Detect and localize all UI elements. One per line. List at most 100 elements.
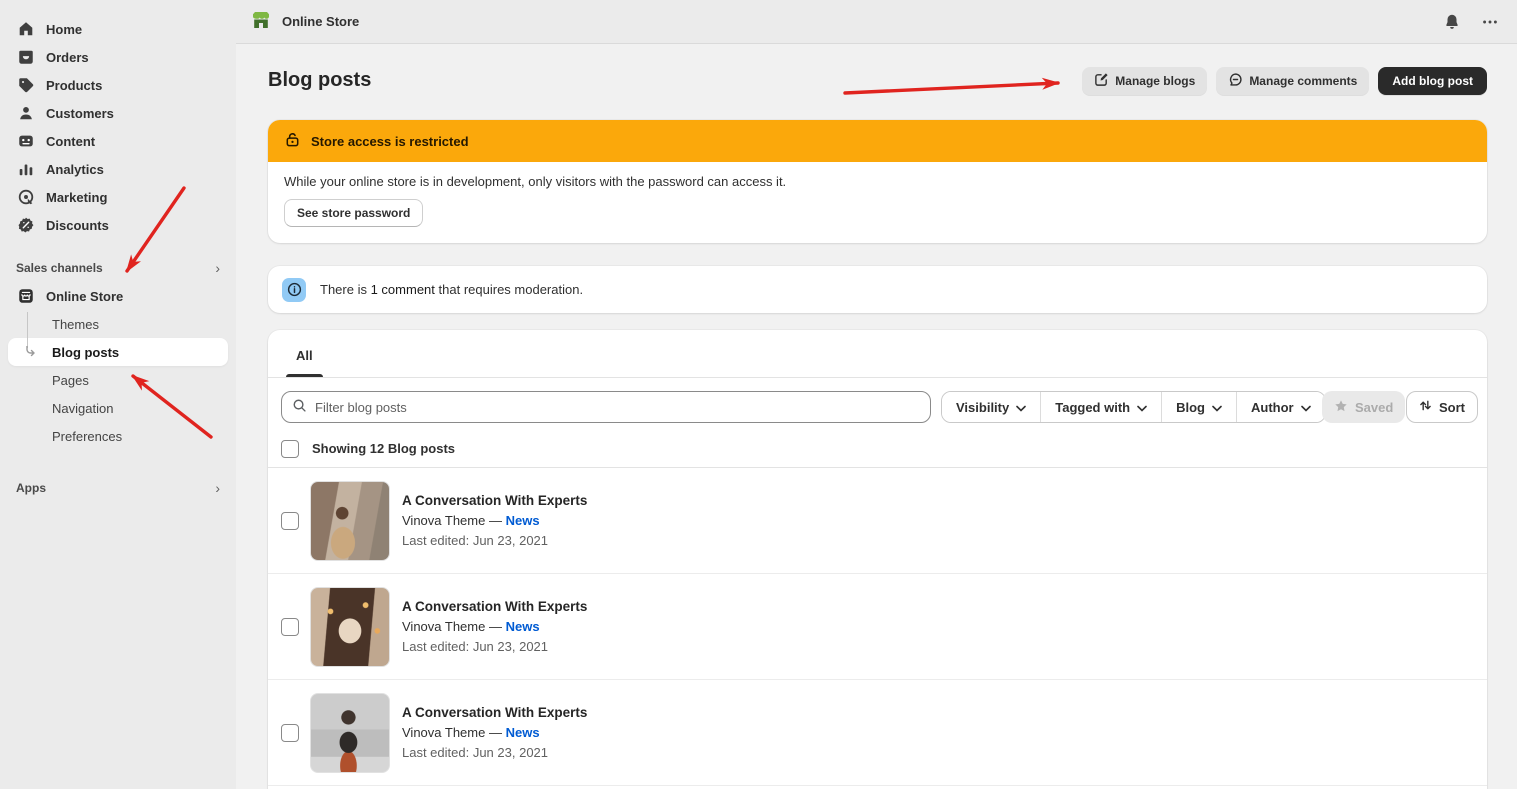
blog-filter-button[interactable]: Blog	[1161, 392, 1236, 422]
sidebar-item-online-store[interactable]: Online Store	[8, 282, 228, 310]
blog-post-row[interactable]: A Conversation With Experts Vinova Theme…	[268, 574, 1487, 680]
compose-icon	[1094, 72, 1109, 90]
sidebar-item-label: Marketing	[46, 190, 107, 205]
sidebar-item-pages[interactable]: Pages	[8, 366, 228, 394]
tagged-with-filter-button[interactable]: Tagged with	[1040, 392, 1161, 422]
topbar-title: Online Store	[282, 14, 359, 29]
sidebar-item-label: Analytics	[46, 162, 104, 177]
post-blog-link[interactable]: News	[506, 725, 540, 740]
sort-label: Sort	[1439, 400, 1465, 415]
saved-label: Saved	[1355, 400, 1393, 415]
tab-bar: All	[268, 330, 1487, 378]
comment-moderation-link[interactable]: 1 comment	[371, 282, 435, 297]
blog-post-row[interactable]: A Conversation With Experts Vinova Theme…	[268, 680, 1487, 786]
blog-filter-label: Blog	[1176, 400, 1205, 415]
storefront-icon	[16, 286, 36, 306]
store-access-banner: Store access is restricted While your on…	[268, 120, 1487, 243]
sidebar-item-analytics[interactable]: Analytics	[8, 155, 228, 183]
sidebar-item-preferences[interactable]: Preferences	[8, 422, 228, 450]
blog-post-row[interactable]: A Conversation With Experts Vinova Theme…	[268, 468, 1487, 574]
filter-button-group: Visibility Tagged with Blog Author	[941, 391, 1326, 423]
manage-comments-label: Manage comments	[1249, 74, 1357, 88]
row-checkbox[interactable]	[281, 724, 299, 742]
tree-branch-arrow-icon	[23, 346, 37, 363]
post-meta: Vinova Theme — News	[402, 617, 587, 637]
filter-row: Visibility Tagged with Blog Author	[268, 391, 1487, 423]
list-summary-label: Showing 12 Blog posts	[312, 441, 455, 456]
sidebar-item-home[interactable]: Home	[8, 15, 228, 43]
topbar: Online Store	[236, 0, 1517, 44]
post-meta-prefix: Vinova Theme —	[402, 619, 502, 634]
sidebar-item-label: Home	[46, 22, 82, 37]
post-last-edited: Last edited: Jun 23, 2021	[402, 531, 587, 551]
post-last-edited: Last edited: Jun 23, 2021	[402, 743, 587, 763]
sidebar-item-themes[interactable]: Themes	[8, 310, 228, 338]
products-tag-icon	[16, 75, 36, 95]
tree-connector-line	[27, 312, 28, 348]
tab-all[interactable]: All	[276, 348, 333, 377]
store-access-banner-header: Store access is restricted	[268, 120, 1487, 162]
tagged-with-filter-label: Tagged with	[1055, 400, 1130, 415]
author-filter-button[interactable]: Author	[1236, 392, 1325, 422]
sales-channels-label: Sales channels	[16, 261, 103, 275]
list-summary-row: Showing 12 Blog posts	[268, 430, 1487, 468]
sidebar-item-label: Products	[46, 78, 102, 93]
sidebar-item-blog-posts[interactable]: Blog posts	[8, 338, 228, 366]
analytics-icon	[16, 159, 36, 179]
row-checkbox[interactable]	[281, 618, 299, 636]
bell-icon[interactable]	[1443, 13, 1461, 31]
post-blog-link[interactable]: News	[506, 619, 540, 634]
discounts-icon	[16, 215, 36, 235]
marketing-icon	[16, 187, 36, 207]
sidebar-item-products[interactable]: Products	[8, 71, 228, 99]
ellipsis-icon[interactable]	[1481, 13, 1499, 31]
sort-arrows-icon	[1419, 399, 1432, 415]
post-meta: Vinova Theme — News	[402, 723, 587, 743]
manage-blogs-button[interactable]: Manage blogs	[1082, 67, 1207, 95]
post-title: A Conversation With Experts	[402, 703, 587, 723]
chevron-down-icon	[1137, 400, 1147, 415]
select-all-checkbox[interactable]	[281, 440, 299, 458]
sidebar-item-navigation[interactable]: Navigation	[8, 394, 228, 422]
store-access-banner-text: While your online store is in developmen…	[284, 174, 1471, 189]
apps-label: Apps	[16, 481, 46, 495]
moderation-banner: There is 1 comment that requires moderat…	[268, 266, 1487, 313]
sidebar-item-marketing[interactable]: Marketing	[8, 183, 228, 211]
add-blog-post-button[interactable]: Add blog post	[1378, 67, 1487, 95]
sidebar-item-customers[interactable]: Customers	[8, 99, 228, 127]
sort-button[interactable]: Sort	[1406, 391, 1478, 423]
blog-posts-card: All Visibility Tagged with Blog	[268, 330, 1487, 789]
apps-header[interactable]: Apps ›	[8, 474, 228, 502]
moderation-text-prefix: There is	[320, 282, 367, 297]
sidebar-item-label: Customers	[46, 106, 114, 121]
sidebar-item-content[interactable]: Content	[8, 127, 228, 155]
post-blog-link[interactable]: News	[506, 513, 540, 528]
sidebar-sub-label: Pages	[52, 373, 89, 388]
visibility-filter-label: Visibility	[956, 400, 1009, 415]
post-meta-prefix: Vinova Theme —	[402, 725, 502, 740]
visibility-filter-button[interactable]: Visibility	[942, 392, 1040, 422]
sales-channels-header[interactable]: Sales channels ›	[8, 254, 228, 282]
post-last-edited: Last edited: Jun 23, 2021	[402, 637, 587, 657]
sidebar-item-orders[interactable]: Orders	[8, 43, 228, 71]
post-meta-prefix: Vinova Theme —	[402, 513, 502, 528]
row-checkbox[interactable]	[281, 512, 299, 530]
see-store-password-button[interactable]: See store password	[284, 199, 423, 227]
sidebar-item-label: Online Store	[46, 289, 123, 304]
page-title: Blog posts	[268, 69, 371, 92]
chevron-down-icon	[1212, 400, 1222, 415]
add-blog-post-label: Add blog post	[1392, 74, 1473, 88]
chevron-right-icon: ›	[215, 480, 220, 496]
search-icon	[292, 398, 307, 416]
comment-icon	[1228, 72, 1243, 90]
post-title: A Conversation With Experts	[402, 491, 587, 511]
filter-blog-posts-input[interactable]	[315, 400, 920, 415]
manage-blogs-label: Manage blogs	[1115, 74, 1195, 88]
sidebar-item-discounts[interactable]: Discounts	[8, 211, 228, 239]
post-meta: Vinova Theme — News	[402, 511, 587, 531]
author-filter-label: Author	[1251, 400, 1294, 415]
manage-comments-button[interactable]: Manage comments	[1216, 67, 1369, 95]
chevron-down-icon	[1301, 400, 1311, 415]
main-content: Blog posts Manage blogs Manage comments …	[236, 45, 1517, 789]
sidebar-sub-label: Preferences	[52, 429, 122, 444]
